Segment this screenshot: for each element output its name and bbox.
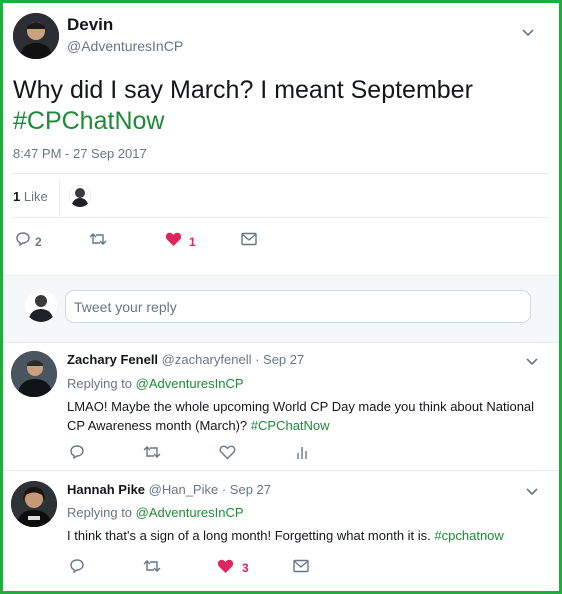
reply-author-name[interactable]: Hannah Pike <box>67 482 145 497</box>
tweet-card: Devin @AdventuresInCP Why did I say Marc… <box>0 0 562 594</box>
message-action[interactable] <box>241 232 257 251</box>
reply-icon <box>16 232 30 247</box>
reply-avatar[interactable] <box>11 481 57 527</box>
reply-hashtag[interactable]: #cpchatnow <box>434 528 503 543</box>
like-count: 1 <box>189 235 196 249</box>
heart-outline-icon <box>219 445 236 460</box>
reply-avatar[interactable] <box>11 351 57 397</box>
like-action[interactable] <box>219 444 236 465</box>
divider <box>59 179 60 217</box>
reply-composer: Tweet your reply <box>3 275 559 343</box>
reply-action[interactable] <box>15 231 31 252</box>
tweet-timestamp[interactable]: 8:47 PM - 27 Sep 2017 <box>13 146 147 161</box>
retweet-icon <box>89 233 107 245</box>
chevron-down-icon[interactable] <box>525 354 539 372</box>
replying-to-prefix: Replying to <box>67 376 133 391</box>
author-name[interactable]: Devin <box>67 15 113 35</box>
my-avatar <box>25 290 57 322</box>
retweet-icon <box>143 446 161 458</box>
reply-date[interactable]: · Sep 27 <box>255 352 304 367</box>
heart-filled-icon <box>217 559 234 573</box>
retweet-action[interactable] <box>143 558 161 579</box>
author-handle[interactable]: @AdventuresInCP <box>67 38 183 54</box>
like-count: 3 <box>242 561 249 575</box>
reply-author-name[interactable]: Zachary Fenell <box>67 352 158 367</box>
reply-input[interactable]: Tweet your reply <box>65 290 531 323</box>
replying-to-prefix: Replying to <box>67 505 133 520</box>
tweet-body: Why did I say March? I meant September #… <box>13 75 543 137</box>
reply-action[interactable] <box>69 444 85 465</box>
reply-action[interactable] <box>69 558 85 579</box>
like-action[interactable] <box>165 231 182 252</box>
reply-date[interactable]: · Sep 27 <box>222 482 271 497</box>
reply-hashtag[interactable]: #CPChatNow <box>251 418 330 433</box>
reply-count: 2 <box>35 235 42 249</box>
divider <box>3 470 559 471</box>
envelope-icon <box>293 559 309 573</box>
heart-filled-icon <box>165 232 182 246</box>
analytics-icon <box>297 447 307 459</box>
reply-icon <box>70 445 84 460</box>
tweet-text: Why did I say March? I meant September <box>13 76 473 104</box>
analytics-action[interactable] <box>295 444 309 465</box>
reply-author-handle[interactable]: @Han_Pike <box>149 482 219 497</box>
reply-author-handle[interactable]: @zacharyfenell <box>162 352 252 367</box>
replying-to: Replying to @AdventuresInCP <box>67 505 244 520</box>
reply-header: Zachary Fenell @zacharyfenell · Sep 27 <box>67 352 304 367</box>
reply-body: I think that's a sign of a long month! F… <box>67 526 545 545</box>
reply-text: I think that's a sign of a long month! F… <box>67 528 431 543</box>
reply-header: Hannah Pike @Han_Pike · Sep 27 <box>67 482 271 497</box>
tweet-hashtag[interactable]: #CPChatNow <box>13 107 164 135</box>
replying-to-handle[interactable]: @AdventuresInCP <box>136 505 244 520</box>
divider <box>13 173 549 174</box>
retweet-action[interactable] <box>143 444 161 465</box>
reply-body: LMAO! Maybe the whole upcoming World CP … <box>67 397 545 435</box>
likes-summary[interactable]: 1 Like <box>13 189 48 204</box>
divider <box>13 217 549 218</box>
replying-to-handle[interactable]: @AdventuresInCP <box>136 376 244 391</box>
message-action[interactable] <box>293 559 309 578</box>
likes-label: Like <box>23 189 48 204</box>
replying-to: Replying to @AdventuresInCP <box>67 376 244 391</box>
likes-count: 1 <box>13 189 21 204</box>
author-avatar[interactable] <box>13 13 59 59</box>
chevron-down-icon[interactable] <box>525 484 539 502</box>
retweet-icon <box>143 560 161 572</box>
envelope-icon <box>241 232 257 246</box>
liker-avatar[interactable] <box>69 185 91 207</box>
retweet-action[interactable] <box>89 231 107 252</box>
reply-icon <box>70 559 84 574</box>
chevron-down-icon[interactable] <box>521 25 535 41</box>
like-action[interactable] <box>217 558 234 579</box>
